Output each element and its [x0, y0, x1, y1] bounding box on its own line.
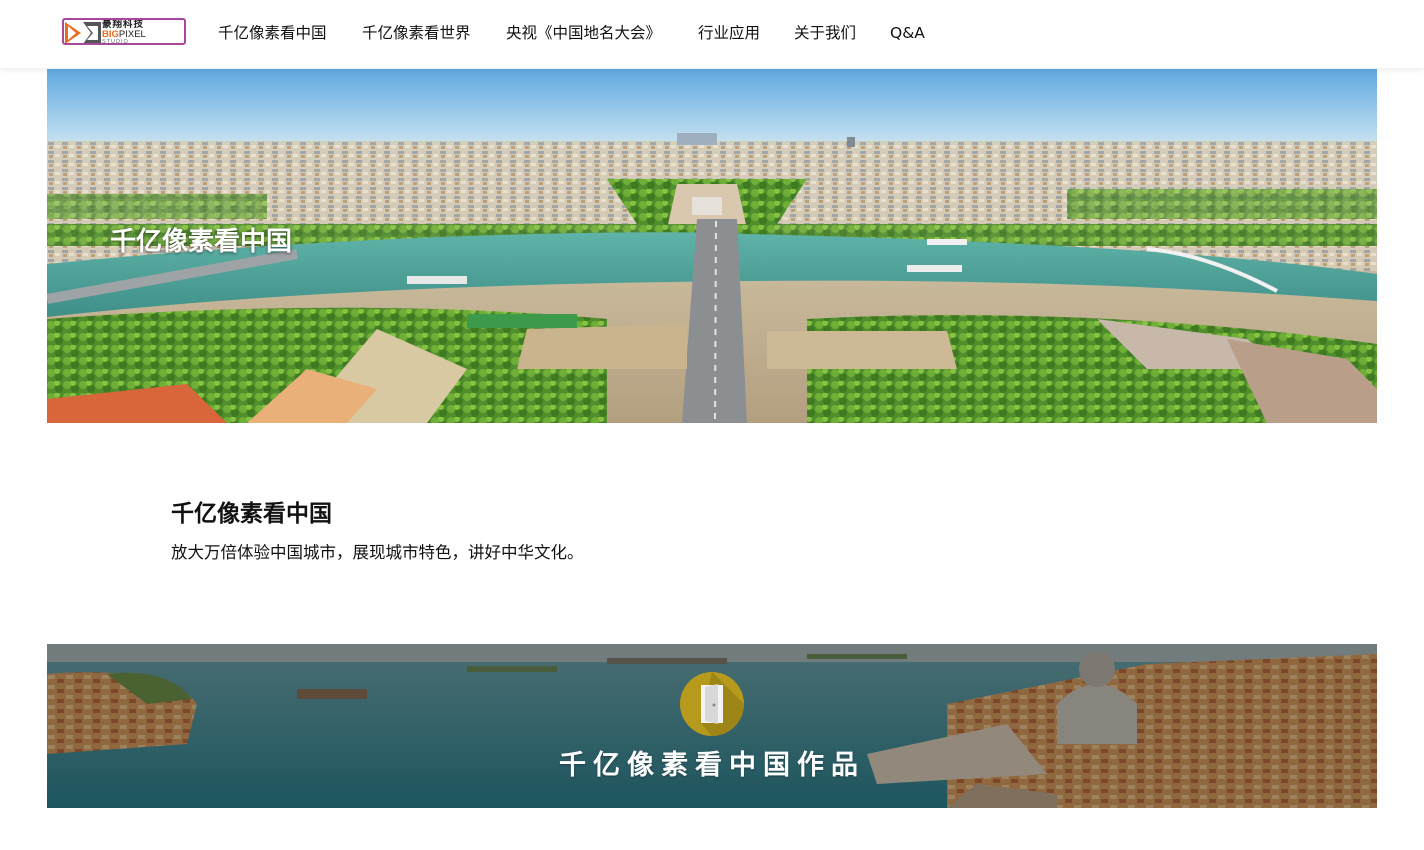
- works-title: 千亿像素看中国作品: [559, 750, 865, 781]
- nav-item-china[interactable]: 千亿像素看中国: [218, 22, 327, 44]
- bigpixel-logo[interactable]: 豪翔科技 BIGPIXEL STUDIO: [62, 18, 186, 45]
- nav-item-world[interactable]: 千亿像素看世界: [362, 22, 471, 44]
- hero-title: 千亿像素看中国: [110, 227, 293, 257]
- door-button[interactable]: [680, 672, 744, 736]
- works-banner[interactable]: 千亿像素看中国作品: [47, 644, 1377, 808]
- nav-item-cctv-place-names[interactable]: 央视《中国地名大会》: [506, 22, 661, 44]
- logo-subtitle: STUDIO: [102, 39, 129, 45]
- section-description: 放大万倍体验中国城市，展现城市特色，讲好中华文化。: [171, 543, 584, 562]
- section-title: 千亿像素看中国: [171, 501, 332, 527]
- top-navigation-bar: 豪翔科技 BIGPIXEL STUDIO 千亿像素看中国 千亿像素看世界 央视《…: [0, 0, 1424, 68]
- logo-mark-icon: [65, 22, 101, 43]
- door-icon: [700, 672, 744, 736]
- hero-banner: 千亿像素看中国: [47, 69, 1377, 423]
- nav-item-qa[interactable]: Q&A: [890, 22, 925, 44]
- nav-item-about[interactable]: 关于我们: [794, 22, 856, 44]
- nav-item-industry[interactable]: 行业应用: [698, 22, 760, 44]
